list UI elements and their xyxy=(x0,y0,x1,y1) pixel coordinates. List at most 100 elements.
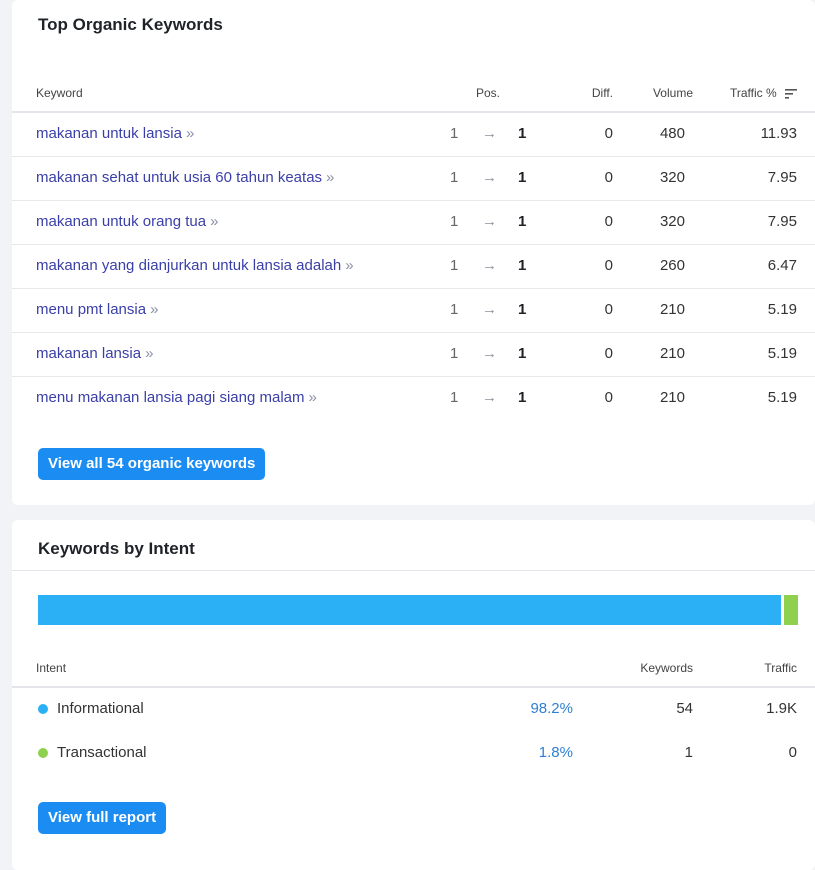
keyword-difficulty: 0 xyxy=(604,125,613,142)
table-row: makanan untuk lansia» 1 → 1 0 480 11.93 xyxy=(12,112,815,157)
intent-bar-segment-informational xyxy=(38,595,782,625)
keyword-link[interactable]: makanan untuk lansia» xyxy=(36,125,194,142)
search-volume: 320 xyxy=(659,169,685,186)
position-previous: 1 xyxy=(450,301,459,318)
intent-traffic: 0 xyxy=(788,744,797,761)
chevron-double-right-icon: » xyxy=(210,213,218,230)
intent-title: Keywords by Intent xyxy=(38,539,195,558)
search-volume: 260 xyxy=(659,257,685,274)
col-header-traffic-label: Traffic % xyxy=(729,86,777,100)
col-header-pos: Pos. xyxy=(476,86,501,100)
intent-row: Informational 98.2% 54 1.9K xyxy=(12,688,815,732)
table-row: makanan lansia» 1 → 1 0 210 5.19 xyxy=(12,332,815,377)
position-current: 1 xyxy=(518,345,527,362)
intent-bar-segment-transactional xyxy=(784,595,798,625)
traffic-percent: 6.47 xyxy=(767,257,797,274)
intent-title-divider xyxy=(12,570,815,571)
keyword-text: makanan lansia xyxy=(36,345,142,362)
keyword-link[interactable]: makanan sehat untuk usia 60 tahun keatas… xyxy=(36,169,335,186)
position-current: 1 xyxy=(518,125,527,142)
table-row: makanan yang dianjurkan untuk lansia ada… xyxy=(12,244,815,289)
position-previous: 1 xyxy=(450,389,459,406)
intent-keywords-count[interactable]: 1 xyxy=(685,744,693,761)
arrow-right-icon: → xyxy=(482,169,497,186)
keyword-text: menu pmt lansia xyxy=(36,301,147,318)
keyword-text: makanan untuk lansia xyxy=(36,125,182,142)
position-previous: 1 xyxy=(450,213,459,230)
traffic-percent: 5.19 xyxy=(767,345,797,362)
keyword-link[interactable]: makanan untuk orang tua» xyxy=(36,213,219,230)
chevron-double-right-icon: » xyxy=(185,125,194,142)
intent-distribution-bar xyxy=(38,595,798,625)
table-row: menu pmt lansia» 1 → 1 0 210 5.19 xyxy=(12,288,815,333)
col-header-keyword: Keyword xyxy=(36,86,83,100)
top-organic-keywords-card: Top Organic Keywords Keyword Pos. Diff. … xyxy=(12,0,815,505)
view-full-report-button[interactable]: View full report xyxy=(38,802,167,834)
arrow-right-icon: → xyxy=(482,257,497,274)
table-row: makanan sehat untuk usia 60 tahun keatas… xyxy=(12,156,815,201)
search-volume: 320 xyxy=(659,213,685,230)
col-header-traffic[interactable]: Traffic % xyxy=(730,86,797,100)
traffic-percent: 5.19 xyxy=(767,389,797,406)
intent-traffic: 1.9K xyxy=(766,700,797,717)
traffic-percent: 7.95 xyxy=(767,169,797,186)
chevron-double-right-icon: » xyxy=(308,389,316,406)
chevron-double-right-icon: » xyxy=(145,345,153,362)
intent-percent[interactable]: 98.2% xyxy=(530,700,573,717)
position-current: 1 xyxy=(518,257,527,274)
keyword-text: menu makanan lansia pagi siang malam xyxy=(36,389,305,406)
keyword-link[interactable]: makanan yang dianjurkan untuk lansia ada… xyxy=(36,257,354,274)
table-row: makanan untuk orang tua» 1 → 1 0 320 7.95 xyxy=(12,200,815,245)
organic-keywords-title: Top Organic Keywords xyxy=(38,15,223,34)
intent-row: Transactional 1.8% 1 0 xyxy=(12,732,815,776)
position-current: 1 xyxy=(518,389,527,406)
traffic-percent: 7.95 xyxy=(767,213,797,230)
keyword-link[interactable]: menu makanan lansia pagi siang malam» xyxy=(36,389,317,406)
chevron-double-right-icon: » xyxy=(326,169,334,186)
keyword-difficulty: 0 xyxy=(604,169,613,186)
position-previous: 1 xyxy=(450,125,459,142)
intent-keywords-count[interactable]: 54 xyxy=(676,700,693,717)
keyword-link[interactable]: makanan lansia» xyxy=(36,345,154,362)
intent-name: Transactional xyxy=(57,744,147,761)
keyword-difficulty: 0 xyxy=(604,257,613,274)
keyword-difficulty: 0 xyxy=(604,389,613,406)
keyword-difficulty: 0 xyxy=(604,301,613,318)
table-row: menu makanan lansia pagi siang malam» 1 → 1… xyxy=(12,376,815,420)
keyword-text: makanan yang dianjurkan untuk lansia ada… xyxy=(36,257,342,274)
search-volume: 210 xyxy=(659,389,685,406)
arrow-right-icon: → xyxy=(482,345,497,362)
intent-percent[interactable]: 1.8% xyxy=(539,744,573,761)
keyword-text: makanan untuk orang tua xyxy=(36,213,207,230)
intent-name: Informational xyxy=(57,700,144,717)
keywords-by-intent-card: Keywords by Intent Intent Keywords Traff… xyxy=(12,520,815,870)
position-previous: 1 xyxy=(450,345,459,362)
arrow-right-icon: → xyxy=(482,301,497,318)
position-current: 1 xyxy=(518,301,527,318)
sort-icon[interactable] xyxy=(785,88,797,99)
chevron-double-right-icon: » xyxy=(345,257,353,274)
intent-color-dot-icon xyxy=(38,704,48,714)
position-previous: 1 xyxy=(450,257,459,274)
col-header-volume: Volume xyxy=(652,86,693,100)
intent-col-header-intent: Intent xyxy=(36,661,67,675)
keyword-difficulty: 0 xyxy=(604,213,613,230)
search-volume: 480 xyxy=(659,125,685,142)
arrow-right-icon: → xyxy=(482,389,497,406)
chevron-double-right-icon: » xyxy=(150,301,158,318)
arrow-right-icon: → xyxy=(482,125,497,142)
traffic-percent: 11.93 xyxy=(760,125,797,142)
keyword-text: makanan sehat untuk usia 60 tahun keatas xyxy=(36,169,323,186)
position-current: 1 xyxy=(518,213,527,230)
intent-col-header-keywords: Keywords xyxy=(640,661,693,675)
position-previous: 1 xyxy=(450,169,459,186)
position-current: 1 xyxy=(518,169,527,186)
intent-col-header-traffic: Traffic xyxy=(764,661,797,675)
search-volume: 210 xyxy=(659,301,685,318)
keyword-link[interactable]: menu pmt lansia» xyxy=(36,301,159,318)
keyword-difficulty: 0 xyxy=(604,345,613,362)
col-header-diff: Diff. xyxy=(591,86,613,100)
search-volume: 210 xyxy=(659,345,685,362)
traffic-percent: 5.19 xyxy=(767,301,797,318)
view-all-organic-keywords-button[interactable]: View all 54 organic keywords xyxy=(38,448,266,480)
